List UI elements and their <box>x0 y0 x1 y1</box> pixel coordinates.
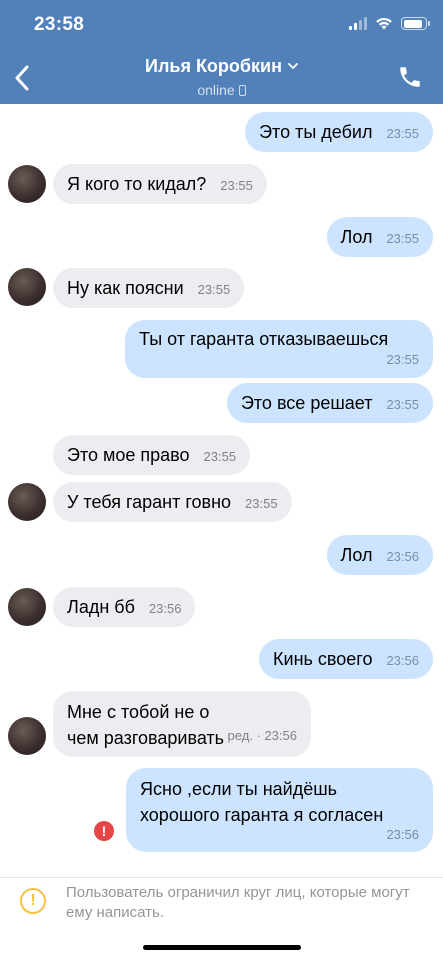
message-text: Лол <box>340 545 373 565</box>
message-text: Лол <box>340 227 373 247</box>
incoming-message[interactable]: Мне с тобой не о чем разговаривать ред. … <box>53 691 311 757</box>
chevron-down-icon <box>288 63 298 70</box>
message-time: 23:55 <box>203 449 237 464</box>
avatar[interactable] <box>8 483 46 521</box>
message-text: Это мое право <box>67 445 190 465</box>
incoming-message[interactable]: Это мое право 23:55 <box>53 435 251 475</box>
message-time: 23:55 <box>197 282 231 297</box>
chat-header: 23:58 Илья Коробкин online <box>0 0 443 104</box>
phone-call-button[interactable] <box>397 64 423 90</box>
status-bar-time: 23:58 <box>34 14 85 35</box>
message-text: Ясно ,если ты найдёшь хорошого гаранта я… <box>140 779 384 825</box>
message-time: 23:55 <box>386 352 419 367</box>
message-time: 23:56 <box>148 601 182 616</box>
outgoing-message[interactable]: Ты от гаранта отказываешься 23:55 <box>125 320 433 378</box>
contact-name: Илья Коробкин <box>145 56 282 76</box>
avatar[interactable] <box>8 165 46 203</box>
home-indicator[interactable] <box>143 945 301 950</box>
outgoing-message[interactable]: Это все решает 23:55 <box>226 383 433 423</box>
warning-icon: ! <box>20 888 46 914</box>
outgoing-message[interactable]: Ясно ,если ты найдёшь хорошого гаранта я… <box>126 768 433 852</box>
message-time: 23:55 <box>386 231 419 246</box>
message-time: 23:56 <box>386 827 419 842</box>
incoming-message[interactable]: Ладн бб 23:56 <box>53 587 196 627</box>
battery-icon <box>401 17 430 30</box>
restriction-notice-text: Пользователь ограничил круг лиц, которые… <box>66 884 410 921</box>
message-text: Ладн бб <box>67 597 135 617</box>
outgoing-message[interactable]: Это ты дебил 23:55 <box>245 112 433 152</box>
cellular-signal-icon <box>349 17 367 30</box>
message-text: Кинь своего <box>273 649 373 669</box>
avatar[interactable] <box>8 717 46 755</box>
conversation-title: Илья Коробкин online <box>0 56 443 100</box>
message-time: 23:55 <box>220 178 253 193</box>
message-time: 23:56 <box>386 653 419 668</box>
message-text: Ну как поясни <box>67 278 184 298</box>
incoming-message[interactable]: Ну как поясни 23:55 <box>53 268 245 308</box>
mobile-online-icon <box>238 84 246 96</box>
status-bar-icons <box>349 17 430 30</box>
outgoing-message[interactable]: Кинь своего 23:56 <box>259 639 433 679</box>
avatar[interactable] <box>8 588 46 626</box>
message-time: 23:56 <box>386 549 419 564</box>
message-time: ред. · 23:56 <box>227 728 297 743</box>
incoming-message[interactable]: У тебя гарант говно 23:55 <box>53 482 292 522</box>
restriction-notice: ! Пользователь ограничил круг лиц, котор… <box>0 877 443 959</box>
contact-status-text: online <box>197 82 235 98</box>
contact-status: online <box>197 82 246 98</box>
message-text: У тебя гарант говно <box>67 492 232 512</box>
message-text: Это ты дебил <box>259 122 373 142</box>
send-error-icon[interactable]: ! <box>94 821 114 841</box>
message-time: 23:55 <box>245 496 278 511</box>
incoming-message[interactable]: Я кого то кидал? 23:55 <box>53 164 267 204</box>
message-text: Это все решает <box>240 393 373 413</box>
wifi-icon <box>376 17 392 30</box>
outgoing-message[interactable]: Лол 23:55 <box>326 217 433 257</box>
avatar[interactable] <box>8 268 46 306</box>
message-time: 23:55 <box>386 397 419 412</box>
contact-name-button[interactable]: Илья Коробкин <box>145 56 298 77</box>
message-time: 23:55 <box>386 126 419 141</box>
message-list: Это ты дебил 23:55 Я кого то кидал? 23:55 … <box>0 104 443 876</box>
message-text: Мне с тобой не о чем разговаривать <box>67 702 225 748</box>
outgoing-message[interactable]: Лол 23:56 <box>326 535 433 575</box>
message-text: Я кого то кидал? <box>67 174 207 194</box>
message-text: Ты от гаранта отказываешься <box>139 329 389 349</box>
